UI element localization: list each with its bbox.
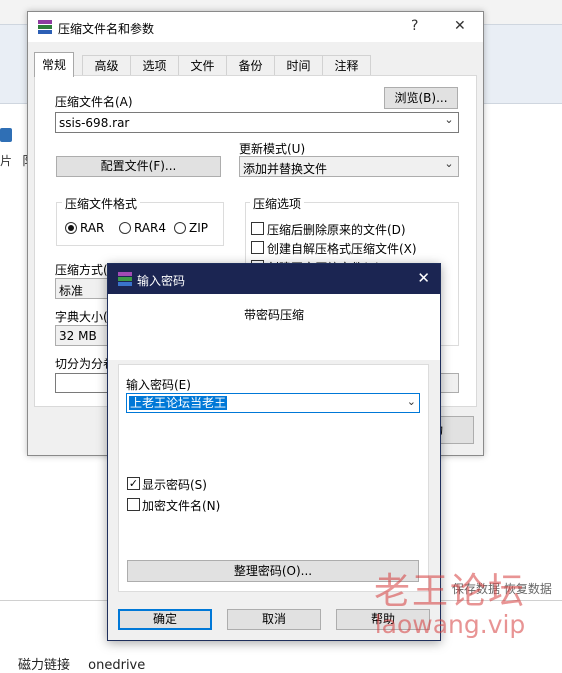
tab-general[interactable]: 常规 xyxy=(34,52,74,77)
dictionary-size-value: 32 MB xyxy=(59,329,97,343)
update-mode-label: 更新模式(U) xyxy=(239,142,306,156)
delete-after-label: 压缩后删除原来的文件(D) xyxy=(267,223,406,237)
compression-method-select[interactable]: 标准 xyxy=(55,278,115,299)
watermark-chinese-text: 老王论坛 xyxy=(374,571,527,612)
tab-time[interactable]: 时间 xyxy=(274,55,323,76)
archive-dialog-titlebar: 压缩文件名和参数 ? ✕ xyxy=(28,12,483,42)
laowang-watermark: 老王论坛 laowang.vip xyxy=(374,571,527,639)
ok-button[interactable]: 确定 xyxy=(118,609,212,630)
password-input[interactable]: 上老王论坛当老王 ⌄ xyxy=(126,393,420,413)
help-icon[interactable]: ? xyxy=(411,18,418,34)
update-mode-select[interactable]: 添加并替换文件 ⌄ xyxy=(239,156,459,177)
dictionary-size-select[interactable]: 32 MB xyxy=(55,325,115,346)
format-rar4-radio[interactable] xyxy=(119,222,131,234)
update-mode-value: 添加并替换文件 xyxy=(243,162,328,176)
split-volumes-field[interactable] xyxy=(55,373,115,393)
format-rar-radio[interactable] xyxy=(65,222,77,234)
format-rar-label: RAR xyxy=(80,221,105,235)
magnet-link[interactable]: 磁力链接 xyxy=(18,658,70,673)
encrypt-filenames-checkbox[interactable] xyxy=(127,498,140,511)
archive-options-title: 压缩选项 xyxy=(250,195,305,212)
tab-files[interactable]: 文件 xyxy=(178,55,227,76)
background-side-label: 片 xyxy=(0,154,13,168)
archive-format-title: 压缩文件格式 xyxy=(62,195,141,212)
background-app-icon xyxy=(0,128,12,142)
password-dialog-titlebar: 输入密码 ✕ xyxy=(108,264,440,294)
watermark-url: laowang.vip xyxy=(374,610,526,639)
tab-comment[interactable]: 注释 xyxy=(322,55,371,76)
browse-button[interactable]: 浏览(B)... xyxy=(384,87,458,109)
close-icon[interactable]: ✕ xyxy=(417,269,430,287)
close-icon[interactable]: ✕ xyxy=(454,18,466,34)
profiles-button[interactable]: 配置文件(F)... xyxy=(56,156,221,177)
dictionary-size-label: 字典大小( xyxy=(55,310,108,324)
password-label: 输入密码(E) xyxy=(126,378,191,392)
password-dialog-header: 带密码压缩 xyxy=(108,294,440,360)
create-sfx-label: 创建自解压格式压缩文件(X) xyxy=(267,242,417,256)
cancel-button[interactable]: 取消 xyxy=(227,609,321,630)
archive-name-label: 压缩文件名(A) xyxy=(55,95,133,109)
create-sfx-checkbox[interactable] xyxy=(251,241,264,254)
delete-after-checkbox[interactable] xyxy=(251,222,264,235)
password-value: 上老王论坛当老王 xyxy=(129,396,228,410)
archive-dialog-title: 压缩文件名和参数 xyxy=(58,22,155,36)
chevron-down-icon[interactable]: ⌄ xyxy=(443,113,455,126)
password-dialog-heading: 带密码压缩 xyxy=(243,308,304,322)
encrypt-filenames-label: 加密文件名(N) xyxy=(142,499,221,513)
format-zip-label: ZIP xyxy=(189,221,208,235)
format-zip-radio[interactable] xyxy=(174,222,186,234)
split-volumes-dropdown[interactable] xyxy=(439,373,459,393)
show-password-checkbox[interactable]: ✓ xyxy=(127,477,140,490)
archive-name-field[interactable]: ssis-698.rar ⌄ xyxy=(55,112,459,133)
archive-name-value: ssis-698.rar xyxy=(59,116,130,130)
tab-options[interactable]: 选项 xyxy=(130,55,179,76)
split-volumes-label: 切分为分卷 xyxy=(55,357,116,371)
archive-format-group: 压缩文件格式 RAR RAR4 ZIP xyxy=(56,195,224,246)
format-rar4-label: RAR4 xyxy=(134,221,167,235)
winrar-icon xyxy=(118,272,132,286)
chevron-down-icon: ⌄ xyxy=(444,157,454,170)
password-dialog-title: 输入密码 xyxy=(137,274,186,288)
onedrive-link[interactable]: onedrive xyxy=(88,658,145,673)
compression-method-value: 标准 xyxy=(59,284,84,298)
tab-advanced[interactable]: 高级 xyxy=(82,55,131,76)
chevron-down-icon[interactable]: ⌄ xyxy=(407,395,416,408)
show-password-label: 显示密码(S) xyxy=(142,478,207,492)
tab-backup[interactable]: 备份 xyxy=(226,55,275,76)
winrar-icon xyxy=(38,20,52,34)
